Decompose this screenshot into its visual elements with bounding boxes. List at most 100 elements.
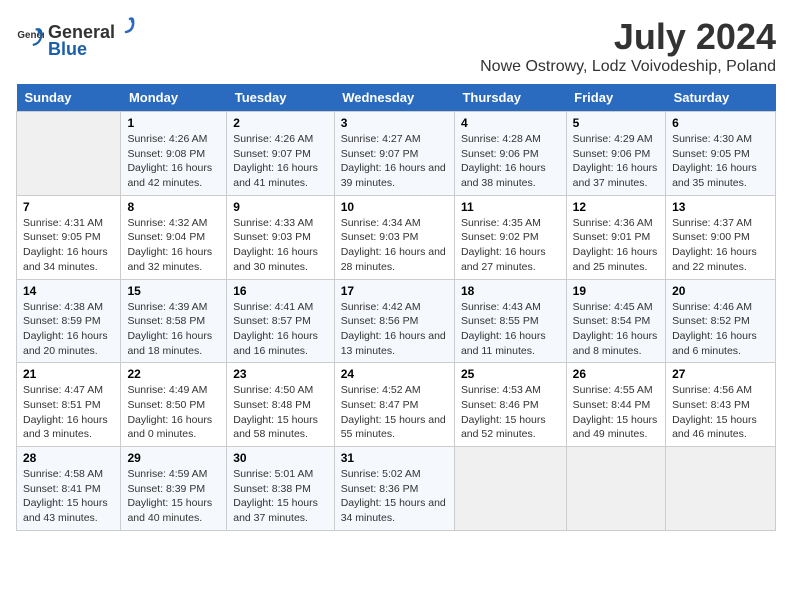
cell-content: Sunrise: 4:46 AM Sunset: 8:52 PM Dayligh… <box>672 300 769 359</box>
week-row-1: 1Sunrise: 4:26 AM Sunset: 9:08 PM Daylig… <box>17 112 776 196</box>
day-number: 21 <box>23 367 114 381</box>
cell-content: Sunrise: 4:33 AM Sunset: 9:03 PM Dayligh… <box>233 216 327 275</box>
day-number: 10 <box>341 200 448 214</box>
day-number: 23 <box>233 367 327 381</box>
cell-content: Sunrise: 4:38 AM Sunset: 8:59 PM Dayligh… <box>23 300 114 359</box>
day-number: 16 <box>233 284 327 298</box>
week-row-5: 28Sunrise: 4:58 AM Sunset: 8:41 PM Dayli… <box>17 447 776 531</box>
calendar-table: SundayMondayTuesdayWednesdayThursdayFrid… <box>16 84 776 531</box>
cell-content: Sunrise: 4:42 AM Sunset: 8:56 PM Dayligh… <box>341 300 448 359</box>
day-number: 26 <box>573 367 659 381</box>
cell-content: Sunrise: 4:37 AM Sunset: 9:00 PM Dayligh… <box>672 216 769 275</box>
cell-content: Sunrise: 4:28 AM Sunset: 9:06 PM Dayligh… <box>461 132 560 191</box>
cell-content: Sunrise: 4:29 AM Sunset: 9:06 PM Dayligh… <box>573 132 659 191</box>
day-number: 12 <box>573 200 659 214</box>
header-saturday: Saturday <box>666 84 776 112</box>
cell-content: Sunrise: 5:02 AM Sunset: 8:36 PM Dayligh… <box>341 467 448 526</box>
cell-content: Sunrise: 4:59 AM Sunset: 8:39 PM Dayligh… <box>127 467 220 526</box>
day-number: 24 <box>341 367 448 381</box>
cell-content: Sunrise: 4:30 AM Sunset: 9:05 PM Dayligh… <box>672 132 769 191</box>
calendar-cell: 27 Sunrise: 4:56 AM Sunset: 8:43 PM Dayli… <box>666 363 776 447</box>
calendar-cell: 7 Sunrise: 4:31 AM Sunset: 9:05 PM Daylig… <box>17 195 121 279</box>
calendar-cell: 17 Sunrise: 4:42 AM Sunset: 8:56 PM Dayli… <box>334 279 454 363</box>
day-number: 28 <box>23 451 114 465</box>
day-number: 29 <box>127 451 220 465</box>
calendar-cell <box>454 447 566 531</box>
week-row-3: 14 Sunrise: 4:38 AM Sunset: 8:59 PM Dayli… <box>17 279 776 363</box>
calendar-cell: 21 Sunrise: 4:47 AM Sunset: 8:51 PM Dayli… <box>17 363 121 447</box>
calendar-cell: 15 Sunrise: 4:39 AM Sunset: 8:58 PM Dayli… <box>121 279 227 363</box>
calendar-cell: 13 Sunrise: 4:37 AM Sunset: 9:00 PM Dayli… <box>666 195 776 279</box>
cell-content: Sunrise: 4:56 AM Sunset: 8:43 PM Dayligh… <box>672 383 769 442</box>
logo-icon: General <box>16 24 44 52</box>
calendar-cell: 14 Sunrise: 4:38 AM Sunset: 8:59 PM Dayli… <box>17 279 121 363</box>
calendar-cell: 6 Sunrise: 4:30 AM Sunset: 9:05 PM Daylig… <box>666 112 776 196</box>
calendar-cell: 24 Sunrise: 4:52 AM Sunset: 8:47 PM Dayli… <box>334 363 454 447</box>
cell-content: Sunrise: 4:45 AM Sunset: 8:54 PM Dayligh… <box>573 300 659 359</box>
day-number: 13 <box>672 200 769 214</box>
calendar-cell: 18 Sunrise: 4:43 AM Sunset: 8:55 PM Dayli… <box>454 279 566 363</box>
day-number: 30 <box>233 451 327 465</box>
calendar-cell: 25Sunrise: 4:53 AM Sunset: 8:46 PM Dayli… <box>454 363 566 447</box>
page-header: General General Blue July 2024 Nowe Ostr… <box>16 16 776 76</box>
day-number: 5 <box>573 116 659 130</box>
calendar-cell: 29 Sunrise: 4:59 AM Sunset: 8:39 PM Dayli… <box>121 447 227 531</box>
calendar-cell: 19 Sunrise: 4:45 AM Sunset: 8:54 PM Dayli… <box>566 279 665 363</box>
calendar-cell: 10 Sunrise: 4:34 AM Sunset: 9:03 PM Dayli… <box>334 195 454 279</box>
calendar-cell: 23Sunrise: 4:50 AM Sunset: 8:48 PM Dayli… <box>227 363 334 447</box>
header-sunday: Sunday <box>17 84 121 112</box>
calendar-cell: 30 Sunrise: 5:01 AM Sunset: 8:38 PM Dayli… <box>227 447 334 531</box>
calendar-cell <box>17 112 121 196</box>
cell-content: Sunrise: 4:26 AM Sunset: 9:08 PM Dayligh… <box>127 132 220 191</box>
day-number: 7 <box>23 200 114 214</box>
cell-content: Sunrise: 4:49 AM Sunset: 8:50 PM Dayligh… <box>127 383 220 442</box>
day-number: 8 <box>127 200 220 214</box>
header-thursday: Thursday <box>454 84 566 112</box>
cell-content: Sunrise: 4:27 AM Sunset: 9:07 PM Dayligh… <box>341 132 448 191</box>
cell-content: Sunrise: 4:47 AM Sunset: 8:51 PM Dayligh… <box>23 383 114 442</box>
calendar-cell: 26Sunrise: 4:55 AM Sunset: 8:44 PM Dayli… <box>566 363 665 447</box>
day-number: 2 <box>233 116 327 130</box>
calendar-cell: 31 Sunrise: 5:02 AM Sunset: 8:36 PM Dayli… <box>334 447 454 531</box>
calendar-cell: 2Sunrise: 4:26 AM Sunset: 9:07 PM Daylig… <box>227 112 334 196</box>
day-number: 14 <box>23 284 114 298</box>
day-number: 31 <box>341 451 448 465</box>
day-number: 6 <box>672 116 769 130</box>
day-number: 11 <box>461 200 560 214</box>
day-number: 27 <box>672 367 769 381</box>
logo-wave-icon <box>116 16 138 38</box>
cell-content: Sunrise: 4:35 AM Sunset: 9:02 PM Dayligh… <box>461 216 560 275</box>
day-number: 17 <box>341 284 448 298</box>
day-number: 9 <box>233 200 327 214</box>
day-number: 4 <box>461 116 560 130</box>
week-row-2: 7 Sunrise: 4:31 AM Sunset: 9:05 PM Daylig… <box>17 195 776 279</box>
cell-content: Sunrise: 5:01 AM Sunset: 8:38 PM Dayligh… <box>233 467 327 526</box>
calendar-cell: 3 Sunrise: 4:27 AM Sunset: 9:07 PM Daylig… <box>334 112 454 196</box>
day-number: 22 <box>127 367 220 381</box>
day-number: 15 <box>127 284 220 298</box>
cell-content: Sunrise: 4:52 AM Sunset: 8:47 PM Dayligh… <box>341 383 448 442</box>
cell-content: Sunrise: 4:53 AM Sunset: 8:46 PM Dayligh… <box>461 383 560 442</box>
title-area: July 2024 Nowe Ostrowy, Lodz Voivodeship… <box>480 16 776 76</box>
cell-content: Sunrise: 4:39 AM Sunset: 8:58 PM Dayligh… <box>127 300 220 359</box>
day-number: 3 <box>341 116 448 130</box>
calendar-cell: 16 Sunrise: 4:41 AM Sunset: 8:57 PM Dayli… <box>227 279 334 363</box>
calendar-cell <box>666 447 776 531</box>
week-row-4: 21 Sunrise: 4:47 AM Sunset: 8:51 PM Dayli… <box>17 363 776 447</box>
cell-content: Sunrise: 4:36 AM Sunset: 9:01 PM Dayligh… <box>573 216 659 275</box>
calendar-cell: 12 Sunrise: 4:36 AM Sunset: 9:01 PM Dayli… <box>566 195 665 279</box>
cell-content: Sunrise: 4:34 AM Sunset: 9:03 PM Dayligh… <box>341 216 448 275</box>
day-number: 18 <box>461 284 560 298</box>
calendar-cell: 9 Sunrise: 4:33 AM Sunset: 9:03 PM Daylig… <box>227 195 334 279</box>
calendar-cell: 28Sunrise: 4:58 AM Sunset: 8:41 PM Dayli… <box>17 447 121 531</box>
calendar-cell: 20Sunrise: 4:46 AM Sunset: 8:52 PM Dayli… <box>666 279 776 363</box>
calendar-cell: 4 Sunrise: 4:28 AM Sunset: 9:06 PM Daylig… <box>454 112 566 196</box>
header-tuesday: Tuesday <box>227 84 334 112</box>
main-title: July 2024 <box>480 16 776 58</box>
day-number: 19 <box>573 284 659 298</box>
cell-content: Sunrise: 4:41 AM Sunset: 8:57 PM Dayligh… <box>233 300 327 359</box>
header-friday: Friday <box>566 84 665 112</box>
cell-content: Sunrise: 4:43 AM Sunset: 8:55 PM Dayligh… <box>461 300 560 359</box>
header-row: SundayMondayTuesdayWednesdayThursdayFrid… <box>17 84 776 112</box>
cell-content: Sunrise: 4:31 AM Sunset: 9:05 PM Dayligh… <box>23 216 114 275</box>
